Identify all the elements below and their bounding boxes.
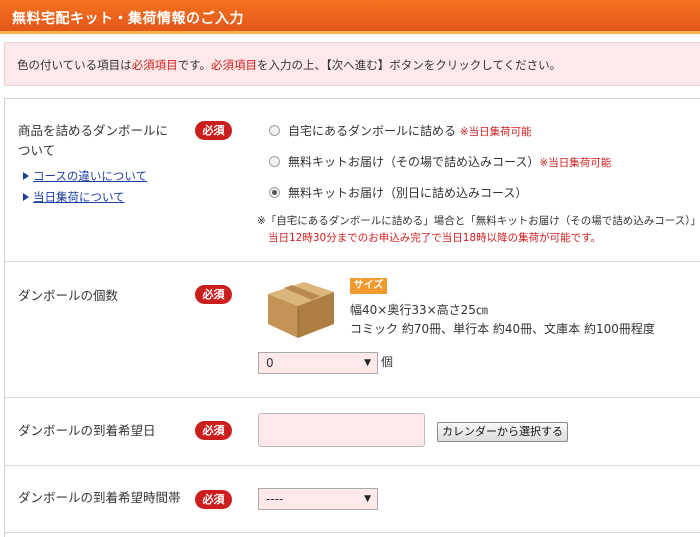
radio-label: 無料キットお届け（別日に詰め込みコース） (288, 186, 528, 200)
radio-note: ※当日集荷可能 (459, 126, 532, 138)
footnote-line2: 当日12時30分までのお申込み完了で当日18時以降の集荷が可能です。 (268, 232, 602, 244)
delivery-date-label: ダンボールの到着希望日 (18, 423, 156, 438)
required-badge: 必須 (195, 490, 232, 509)
same-day-pickup-link[interactable]: 当日集荷について (23, 187, 147, 208)
count-unit: 個 (381, 355, 394, 369)
link-label: コースの違いについて (33, 169, 148, 183)
radio-note: ※当日集荷可能 (539, 157, 612, 169)
link-label: 当日集荷について (33, 190, 125, 204)
order-form: 商品を詰めるダンボールに ついて 必須 コースの違いについて 当日集荷について … (4, 98, 700, 537)
required-badge: 必須 (195, 421, 232, 440)
notice-part: を入力の上、【次へ進む】ボタンをクリックしてください。 (257, 58, 562, 72)
section-header: 無料宅配キット・集荷情報のご入力 (0, 0, 700, 34)
radio-kit-same-visit[interactable]: 無料キットお届け（その場で詰め込みコース）※当日集荷可能 (269, 153, 611, 170)
notice-required-word: 必須項目 (131, 58, 178, 72)
box-count-select[interactable]: 0 ▼ (258, 352, 378, 374)
footnote-line1: ※「自宅にあるダンボールに詰める」場合と「無料キットお届け（その場で詰め込みコー… (257, 215, 700, 227)
notice-text: 色の付いている項目は必須項目です。必須項目を入力の上、【次へ進む】ボタンをクリッ… (17, 57, 561, 73)
row-box-type: 商品を詰めるダンボールに ついて 必須 コースの違いについて 当日集荷について … (5, 99, 700, 262)
select-value: 0 (266, 356, 274, 370)
box-dimensions: 幅40×奥行33×高さ25㎝ (350, 303, 488, 317)
section-title: 無料宅配キット・集荷情報のご入力 (12, 11, 244, 27)
cardboard-box-icon (268, 282, 334, 338)
calendar-select-button[interactable]: カレンダーから選択する (437, 422, 568, 442)
box-type-label: 商品を詰めるダンボールに ついて (18, 121, 168, 161)
box-capacity: コミック 約70冊、単行本 約40冊、文庫本 約100冊程度 (350, 322, 655, 336)
box-count-label: ダンボールの個数 (18, 288, 119, 303)
triangle-icon (23, 172, 29, 180)
box-type-label-line1: 商品を詰めるダンボールに (18, 123, 169, 138)
radio-own-box[interactable]: 自宅にあるダンボールに詰める ※当日集荷可能 (269, 122, 532, 139)
dropdown-arrow-icon: ▼ (364, 358, 371, 368)
help-links: コースの違いについて 当日集荷について (23, 166, 147, 208)
size-tag: サイズ (350, 278, 387, 294)
delivery-time-label: ダンボールの到着希望時間帯 (18, 490, 181, 505)
notice-part: 色の付いている項目は (17, 58, 132, 72)
row-delivery-time: ダンボールの到着希望時間帯 必須 ---- ▼ (5, 466, 700, 533)
triangle-icon (23, 193, 29, 201)
box-type-label-line2: ついて (18, 143, 56, 158)
required-notice: 色の付いている項目は必須項目です。必須項目を入力の上、【次へ進む】ボタンをクリッ… (4, 42, 700, 86)
radio-label: 無料キットお届け（その場で詰め込みコース） (288, 155, 540, 169)
notice-part: です。 (177, 58, 212, 72)
required-badge: 必須 (195, 285, 232, 304)
course-footnote: ※「自宅にあるダンボールに詰める」場合と「無料キットお届け（その場で詰め込みコー… (257, 213, 700, 247)
radio-circle-icon[interactable] (269, 187, 280, 198)
box-spec: 幅40×奥行33×高さ25㎝ コミック 約70冊、単行本 約40冊、文庫本 約1… (350, 301, 655, 339)
select-value: ---- (266, 492, 284, 506)
radio-circle-icon[interactable] (269, 156, 280, 167)
notice-required-word: 必須項目 (211, 58, 258, 72)
radio-circle-icon[interactable] (269, 125, 280, 136)
delivery-date-input[interactable] (258, 413, 425, 447)
row-delivery-date: ダンボールの到着希望日 必須 カレンダーから選択する (5, 398, 700, 466)
radio-label: 自宅にあるダンボールに詰める (288, 124, 457, 138)
dropdown-arrow-icon: ▼ (364, 494, 371, 504)
row-box-count: ダンボールの個数 必須 サイズ 幅40×奥行33×高さ25㎝ コミック 約70冊… (5, 262, 700, 398)
delivery-time-select[interactable]: ---- ▼ (258, 488, 378, 510)
radio-kit-separate-day[interactable]: 無料キットお届け（別日に詰め込みコース） (269, 184, 527, 201)
required-badge: 必須 (195, 121, 232, 140)
course-difference-link[interactable]: コースの違いについて (23, 166, 147, 187)
